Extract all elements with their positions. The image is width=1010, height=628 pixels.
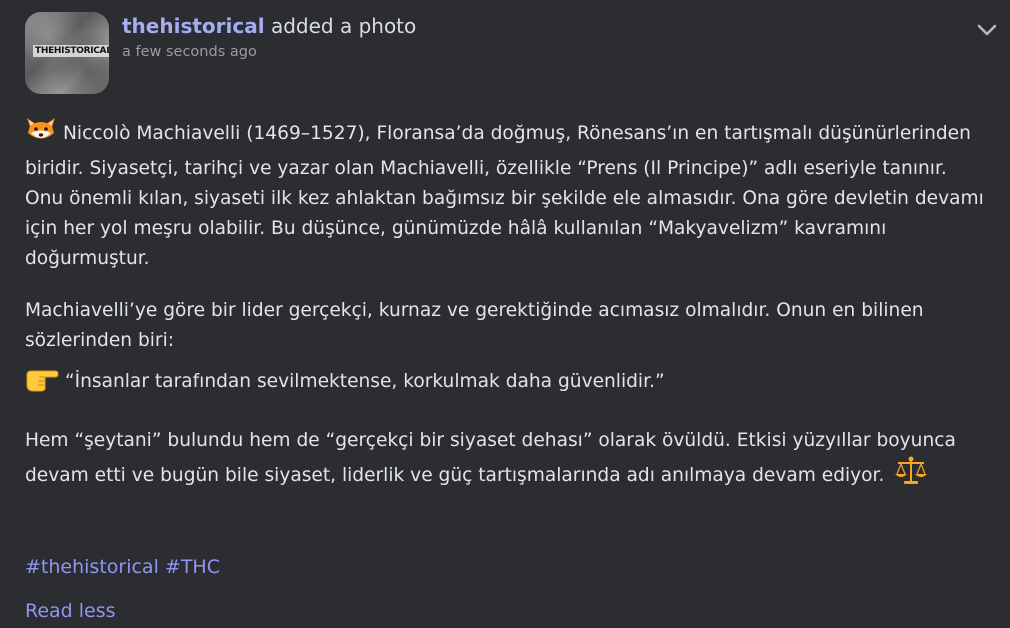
post-paragraph-2: Machiavelli’ye göre bir lider gerçekçi, …: [25, 296, 990, 356]
post-card: THEHISTORICAL thehistorical added a phot…: [0, 0, 1010, 628]
post-timestamp[interactable]: a few seconds ago: [122, 44, 257, 60]
fox-emoji-icon: [25, 116, 57, 154]
read-less-link[interactable]: Read less: [25, 600, 116, 622]
author-link[interactable]: thehistorical: [122, 14, 265, 38]
chevron-down-icon[interactable]: [975, 20, 999, 40]
post-header: thehistorical added a photo: [122, 14, 416, 38]
quote-text: “İnsanlar tarafından sevilmektense, kork…: [65, 371, 665, 392]
backhand-index-pointing-right-icon: [25, 366, 59, 402]
hashtag-thc[interactable]: #THC: [165, 556, 220, 578]
paragraph-3-text: Hem “şeytani” bulundu hem de “gerçekçi b…: [25, 430, 956, 486]
post-paragraph-3: Hem “şeytani” bulundu hem de “gerçekçi b…: [25, 426, 990, 496]
hashtags: #thehistorical #THC: [25, 556, 220, 578]
avatar-logo-text: THEHISTORICAL: [33, 45, 109, 57]
post-quote: “İnsanlar tarafından sevilmektense, kork…: [25, 366, 990, 402]
hashtag-thehistorical[interactable]: #thehistorical: [25, 556, 159, 578]
post-paragraph-1: Niccolò Machiavelli (1469–1527), Florans…: [25, 116, 990, 274]
avatar[interactable]: THEHISTORICAL: [25, 12, 109, 94]
paragraph-2-text: Machiavelli’ye göre bir lider gerçekçi, …: [25, 300, 924, 351]
paragraph-1-text: Niccolò Machiavelli (1469–1527), Florans…: [25, 123, 984, 269]
post-action-text: added a photo: [270, 14, 417, 38]
balance-scale-icon: [894, 456, 928, 496]
